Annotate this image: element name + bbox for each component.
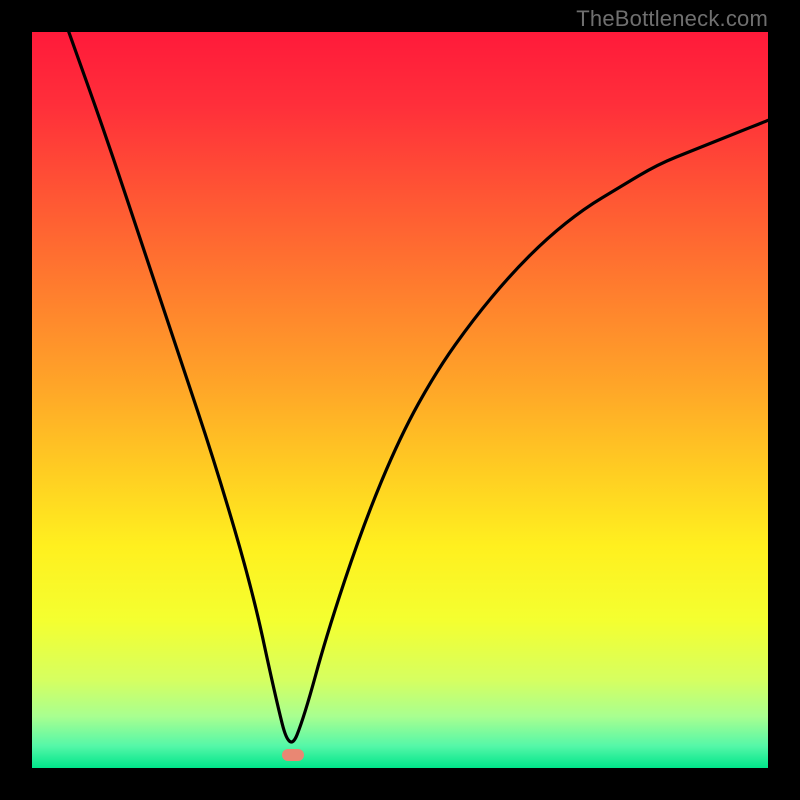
plot-area [32,32,768,768]
watermark-text: TheBottleneck.com [576,6,768,32]
bottleneck-curve [32,32,768,768]
optimal-point-marker [282,749,304,761]
chart-frame: TheBottleneck.com [0,0,800,800]
